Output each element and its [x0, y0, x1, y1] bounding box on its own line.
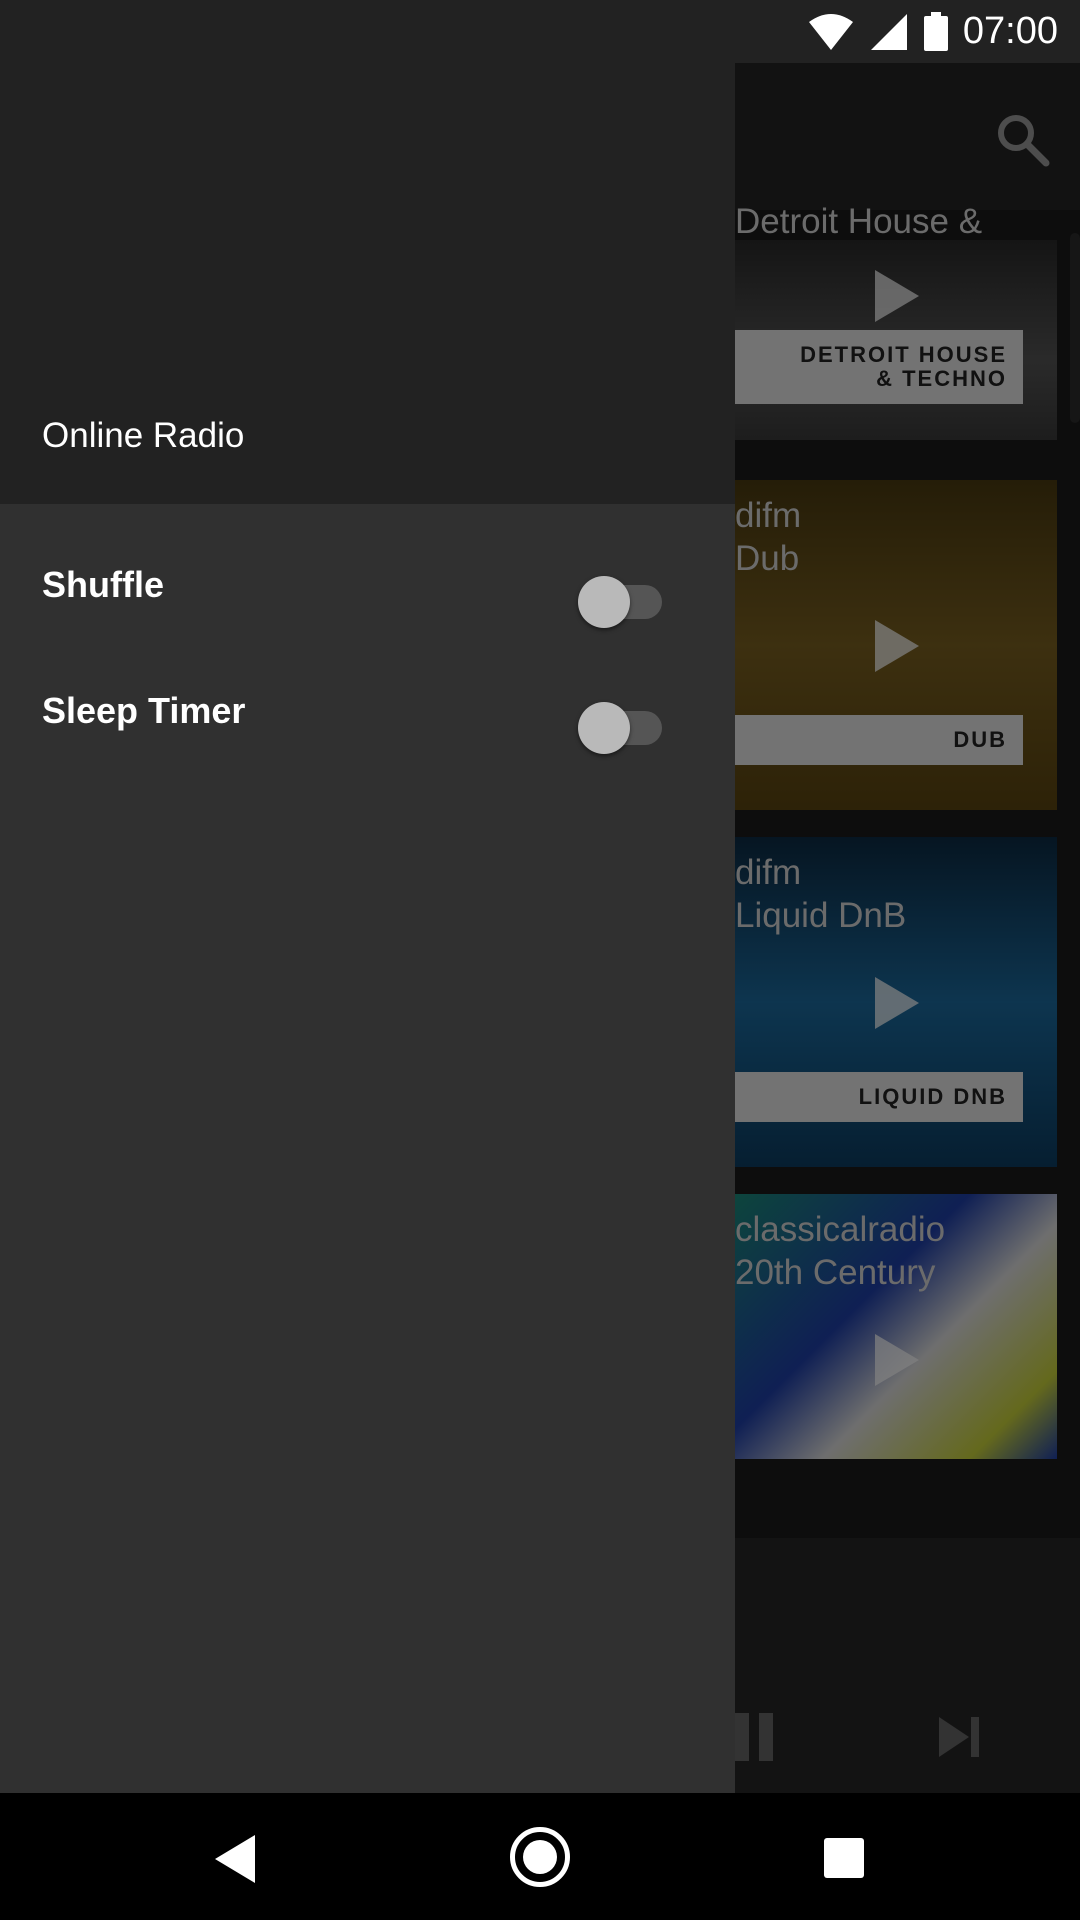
- drawer-item-label: Sleep Timer: [42, 690, 246, 731]
- status-time: 07:00: [962, 10, 1058, 52]
- drawer-item-shuffle[interactable]: Shuffle: [0, 526, 735, 652]
- battery-icon: [923, 11, 948, 51]
- toggle-thumb: [578, 576, 630, 628]
- sleep-timer-toggle[interactable]: [578, 696, 662, 754]
- shuffle-toggle[interactable]: [578, 570, 662, 628]
- navigation-drawer: Online Radio Shuffle Sleep Timer: [0, 0, 735, 1793]
- toggle-thumb: [578, 702, 630, 754]
- wifi-icon: [808, 13, 853, 50]
- drawer-title: Online Radio: [42, 416, 245, 455]
- back-icon[interactable]: [215, 1835, 255, 1883]
- system-nav-bar: [0, 1793, 1080, 1920]
- status-bar: 07:00: [0, 0, 1080, 63]
- cell-signal-icon: [870, 13, 907, 50]
- recents-icon[interactable]: [824, 1838, 864, 1878]
- drawer-item-label: Shuffle: [42, 564, 164, 605]
- drawer-header: Online Radio: [0, 63, 735, 504]
- home-icon[interactable]: [510, 1827, 570, 1887]
- drawer-item-sleep-timer[interactable]: Sleep Timer: [0, 652, 735, 778]
